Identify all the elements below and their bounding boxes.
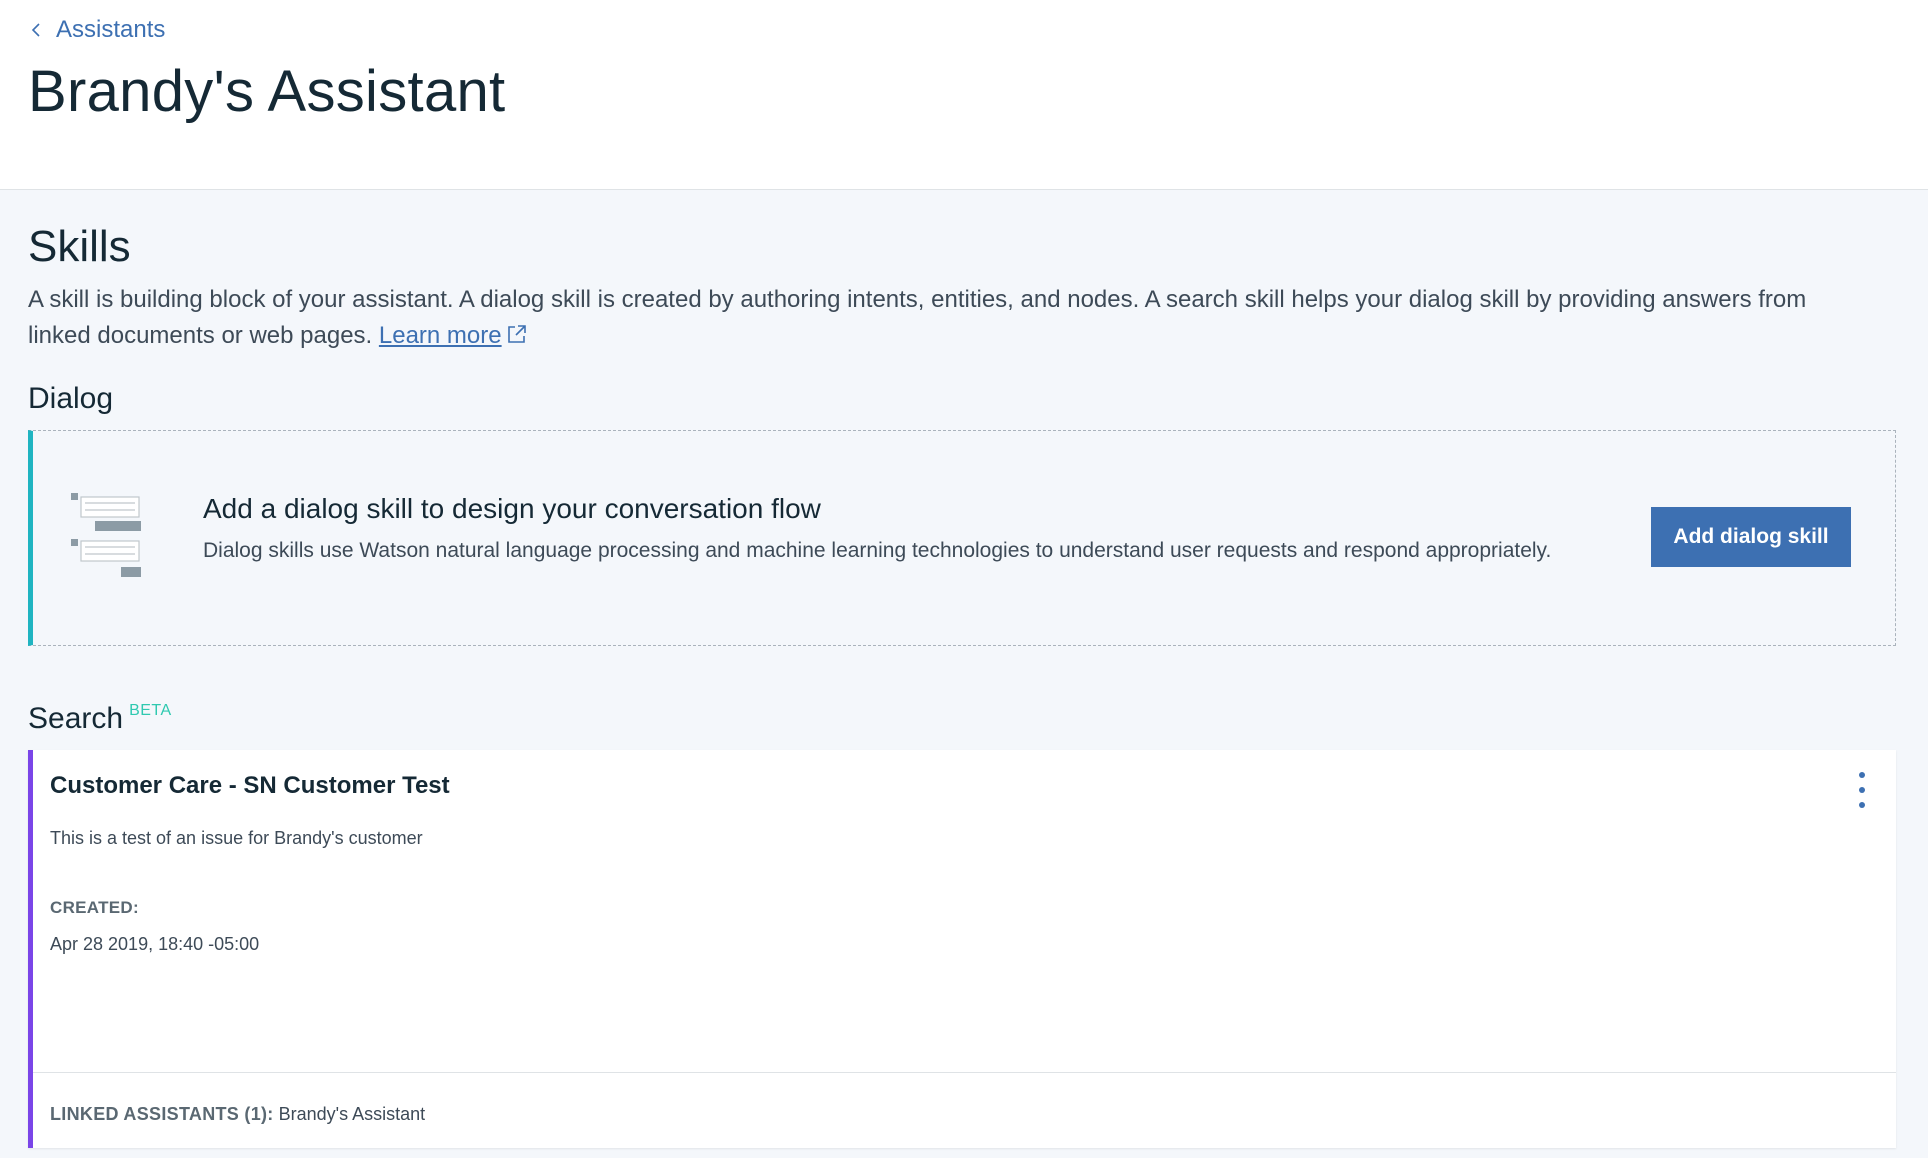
skills-title: Skills bbox=[28, 222, 131, 271]
skills-description-text: A skill is building block of your assist… bbox=[28, 286, 1807, 349]
created-value: Apr 28 2019, 18:40 -05:00 bbox=[50, 934, 260, 954]
dialog-illustration-icon bbox=[71, 493, 141, 577]
dialog-empty-card: Add a dialog skill to design your conver… bbox=[28, 430, 1896, 646]
page-title: Brandy's Assistant bbox=[28, 59, 506, 124]
skills-description: A skill is building block of your assist… bbox=[28, 282, 1868, 354]
overflow-menu-icon[interactable] bbox=[1852, 772, 1872, 808]
card-divider bbox=[33, 1072, 1896, 1073]
chevron-left-icon bbox=[31, 23, 40, 37]
search-section-header: Search BETA bbox=[28, 702, 1900, 736]
external-link-icon[interactable] bbox=[506, 323, 528, 345]
created-label: CREATED: bbox=[50, 898, 139, 917]
main-content: Skills A skill is building block of your… bbox=[0, 222, 1928, 1148]
dialog-card-title: Add a dialog skill to design your conver… bbox=[203, 493, 821, 524]
dialog-section-title: Dialog bbox=[28, 382, 114, 415]
beta-badge: BETA bbox=[129, 702, 172, 719]
dialog-card-description: Dialog skills use Watson natural languag… bbox=[203, 539, 1552, 562]
page-header: Assistants Brandy's Assistant bbox=[0, 0, 1928, 190]
learn-more-link[interactable]: Learn more bbox=[379, 322, 502, 349]
linked-assistants: LINKED ASSISTANTS (1): Brandy's Assistan… bbox=[50, 1104, 425, 1125]
add-dialog-skill-button[interactable]: Add dialog skill bbox=[1651, 507, 1851, 567]
breadcrumb-label: Assistants bbox=[56, 16, 166, 43]
linked-assistants-value[interactable]: Brandy's Assistant bbox=[279, 1104, 426, 1124]
search-skill-title: Customer Care - SN Customer Test bbox=[50, 772, 450, 799]
linked-assistants-label: LINKED ASSISTANTS (1): bbox=[50, 1104, 274, 1124]
search-skill-card[interactable]: Customer Care - SN Customer Test This is… bbox=[28, 750, 1896, 1148]
search-section-title: Search bbox=[28, 702, 124, 735]
breadcrumb[interactable]: Assistants bbox=[28, 16, 165, 44]
search-skill-description: This is a test of an issue for Brandy's … bbox=[50, 828, 423, 848]
